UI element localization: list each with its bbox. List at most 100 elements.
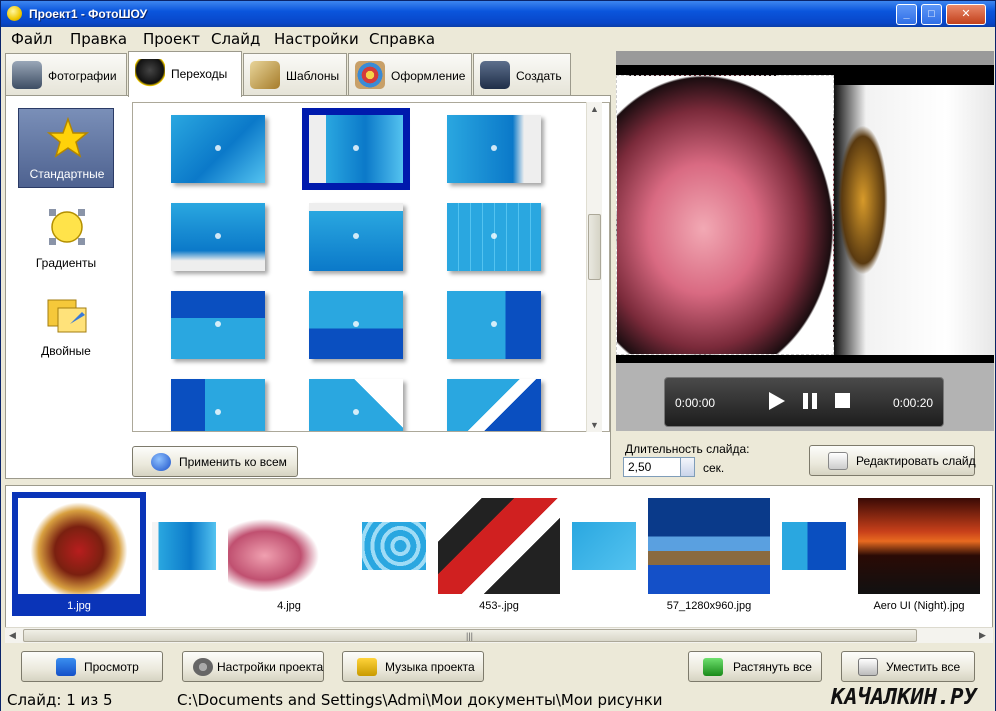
maximize-button[interactable]: □ <box>921 4 942 25</box>
transition-thumb[interactable] <box>309 203 403 271</box>
scroll-left-icon[interactable]: ◀ <box>9 630 16 641</box>
slide-item[interactable]: 1.jpg <box>12 492 146 616</box>
menu-settings[interactable]: Настройки <box>274 30 359 48</box>
duration-spinner[interactable] <box>680 457 695 477</box>
menu-edit[interactable]: Правка <box>70 30 127 48</box>
apply-all-button[interactable]: Применить ко всем <box>132 446 298 477</box>
edit-icon <box>828 452 848 470</box>
grid-scrollbar[interactable]: ▲ ▼ <box>586 102 602 432</box>
fit-all-label: Уместить все <box>886 660 961 674</box>
preview-button[interactable]: Просмотр <box>21 651 163 682</box>
status-slide-count: Слайд: 1 из 5 <box>7 691 113 709</box>
monitor-icon <box>56 658 76 676</box>
window-title: Проект1 - ФотоШОУ <box>29 7 148 21</box>
menu-bar: Файл Правка Проект Слайд Настройки Справ… <box>1 27 995 49</box>
transition-thumb-selected[interactable] <box>302 108 410 190</box>
transition-thumb[interactable] <box>309 291 403 359</box>
duration-label: Длительность слайда: <box>625 442 750 456</box>
transition-item[interactable] <box>572 522 636 570</box>
star-icon <box>46 116 90 159</box>
transition-thumb[interactable] <box>447 291 541 359</box>
arrow-icon <box>215 409 221 415</box>
project-music-label: Музыка проекта <box>385 660 475 674</box>
project-settings-button[interactable]: Настройки проекта <box>182 651 324 682</box>
tab-label: Оформление <box>391 69 466 83</box>
slide-item[interactable]: 4.jpg <box>222 492 356 616</box>
play-icon[interactable] <box>769 392 785 410</box>
arrow-icon <box>215 321 221 327</box>
slide-image <box>18 498 140 594</box>
camera-icon <box>12 61 42 89</box>
status-bar: Слайд: 1 из 5 C:\Documents and Settings\… <box>1 685 995 711</box>
category-list: Стандартные Градиенты Двойные <box>10 100 130 476</box>
transition-item[interactable] <box>362 522 426 570</box>
tab-create[interactable]: Создать <box>473 53 571 95</box>
title-bar[interactable]: Проект1 - ФотоШОУ _ □ ✕ <box>1 1 995 27</box>
menu-project[interactable]: Проект <box>143 30 200 48</box>
storyboard-scroll-thumb[interactable]: ||| <box>23 629 917 642</box>
menu-slide[interactable]: Слайд <box>211 30 260 48</box>
tab-design[interactable]: Оформление <box>348 53 472 95</box>
transitions-panel: Стандартные Градиенты Двойные ▲ ▼ Примен… <box>5 95 611 479</box>
tab-photos[interactable]: Фотографии <box>5 53 127 95</box>
category-gradients[interactable]: Градиенты <box>18 198 114 278</box>
stretch-all-label: Растянуть все <box>733 660 812 674</box>
video-camera-icon <box>480 61 510 89</box>
menu-file[interactable]: Файл <box>11 30 52 48</box>
arrow-icon <box>353 145 359 151</box>
slide-item[interactable]: 453-.jpg <box>432 492 566 616</box>
menu-help[interactable]: Справка <box>369 30 435 48</box>
arrow-icon <box>491 409 497 415</box>
grid-scroll-thumb[interactable] <box>588 214 601 280</box>
transition-item[interactable] <box>152 522 216 570</box>
tab-transitions[interactable]: Переходы <box>128 51 242 97</box>
arrow-icon <box>353 321 359 327</box>
edit-slide-button[interactable]: Редактировать слайд <box>809 445 976 476</box>
slide-item[interactable]: Aero UI (Night).jpg <box>852 492 986 616</box>
stop-icon[interactable] <box>835 393 850 408</box>
project-settings-label: Настройки проекта <box>217 660 324 674</box>
transition-item[interactable] <box>782 522 846 570</box>
scroll-up-icon[interactable]: ▲ <box>590 104 599 114</box>
music-icon <box>357 658 377 676</box>
watermark: КАЧАЛКИН.РУ <box>831 685 977 710</box>
transition-thumb[interactable] <box>447 115 541 183</box>
category-double[interactable]: Двойные <box>18 286 114 366</box>
project-music-button[interactable]: Музыка проекта <box>342 651 484 682</box>
tab-templates[interactable]: Шаблоны <box>243 53 347 95</box>
duration-input[interactable] <box>623 457 681 477</box>
storyboard-scrollbar[interactable]: ◀ ||| ▶ <box>5 627 993 643</box>
slide-item[interactable]: 57_1280x960.jpg <box>642 492 776 616</box>
fit-all-button[interactable]: Уместить все <box>841 651 975 682</box>
slide-label: 57_1280x960.jpg <box>666 600 752 612</box>
palette-icon <box>355 61 385 89</box>
minimize-button[interactable]: _ <box>896 4 917 25</box>
transition-thumb[interactable] <box>309 379 403 431</box>
arrow-icon <box>353 409 359 415</box>
tab-label: Переходы <box>171 67 228 81</box>
main-tabs: Фотографии Переходы Шаблоны Оформление С… <box>5 51 611 97</box>
arrow-icon <box>491 233 497 239</box>
storyboard: 1.jpg 4.jpg 453-.jpg 57_1280x960.jpg Aer… <box>5 485 993 643</box>
stretch-all-button[interactable]: Растянуть все <box>688 651 822 682</box>
close-button[interactable]: ✕ <box>946 4 986 25</box>
scroll-right-icon[interactable]: ▶ <box>979 630 986 641</box>
preview-panel: 0:00:00 0:00:20 <box>616 51 994 431</box>
scroll-down-icon[interactable]: ▼ <box>590 420 599 430</box>
transition-thumb[interactable] <box>171 203 265 271</box>
arrow-icon <box>215 145 221 151</box>
transition-thumb[interactable] <box>447 379 541 431</box>
transition-thumb[interactable] <box>171 115 265 183</box>
slide-image <box>858 498 980 594</box>
transition-thumb[interactable] <box>447 203 541 271</box>
category-label: Двойные <box>41 344 91 358</box>
pause-icon[interactable] <box>803 393 817 409</box>
shield-icon <box>151 453 171 471</box>
duration-unit: сек. <box>703 461 725 475</box>
category-standard[interactable]: Стандартные <box>18 108 114 188</box>
transition-thumb[interactable] <box>171 291 265 359</box>
tab-label: Шаблоны <box>286 69 340 83</box>
arrow-icon <box>353 233 359 239</box>
transition-thumb[interactable] <box>171 379 265 431</box>
double-icon <box>46 294 88 336</box>
